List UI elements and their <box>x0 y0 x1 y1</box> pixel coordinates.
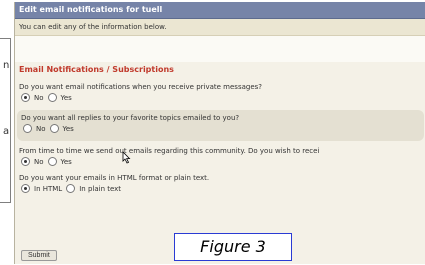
radio-group: No Yes <box>17 122 424 135</box>
highlighted-question: Do you want all replies to your favorite… <box>17 110 424 141</box>
radio-yes[interactable] <box>47 93 57 102</box>
radio-html[interactable] <box>21 184 30 193</box>
radio-group: In HTML In plain text <box>15 182 425 195</box>
panel-title: Edit email notifications for tuell <box>15 2 425 19</box>
radio-label: Yes <box>60 93 72 102</box>
radio-label: In plain text <box>79 184 122 193</box>
radio-label: Yes <box>62 124 74 133</box>
radio-yes[interactable] <box>47 157 57 166</box>
question-text: Do you want all replies to your favorite… <box>21 114 240 122</box>
margin-letter: a <box>3 126 10 137</box>
spacer <box>15 36 425 62</box>
pointer-cursor-icon <box>122 151 131 164</box>
submit-button[interactable]: Submit <box>21 250 57 261</box>
section-title: Email Notifications / Subscriptions <box>19 65 174 74</box>
radio-yes[interactable] <box>49 124 59 133</box>
question-text: Do you want your emails in HTML format o… <box>19 174 210 182</box>
radio-no[interactable] <box>23 124 32 133</box>
figure-caption: Figure 3 <box>174 233 292 261</box>
radio-label: No <box>34 93 44 102</box>
question-text: From time to time we send out emails reg… <box>19 147 320 155</box>
radio-group: No Yes <box>15 155 425 168</box>
radio-group: No Yes <box>15 91 425 104</box>
radio-label: In HTML <box>34 184 63 193</box>
radio-no[interactable] <box>21 93 30 102</box>
margin-letter: n <box>3 60 10 71</box>
radio-label: No <box>36 124 46 133</box>
question-text: Do you want email notifications when you… <box>19 83 262 91</box>
radio-plain[interactable] <box>66 184 76 193</box>
radio-no[interactable] <box>21 157 30 166</box>
radio-label: Yes <box>60 157 72 166</box>
email-settings-panel: Edit email notifications for tuell You c… <box>14 2 425 264</box>
radio-label: No <box>34 157 44 166</box>
panel-subtitle: You can edit any of the information belo… <box>15 19 425 36</box>
